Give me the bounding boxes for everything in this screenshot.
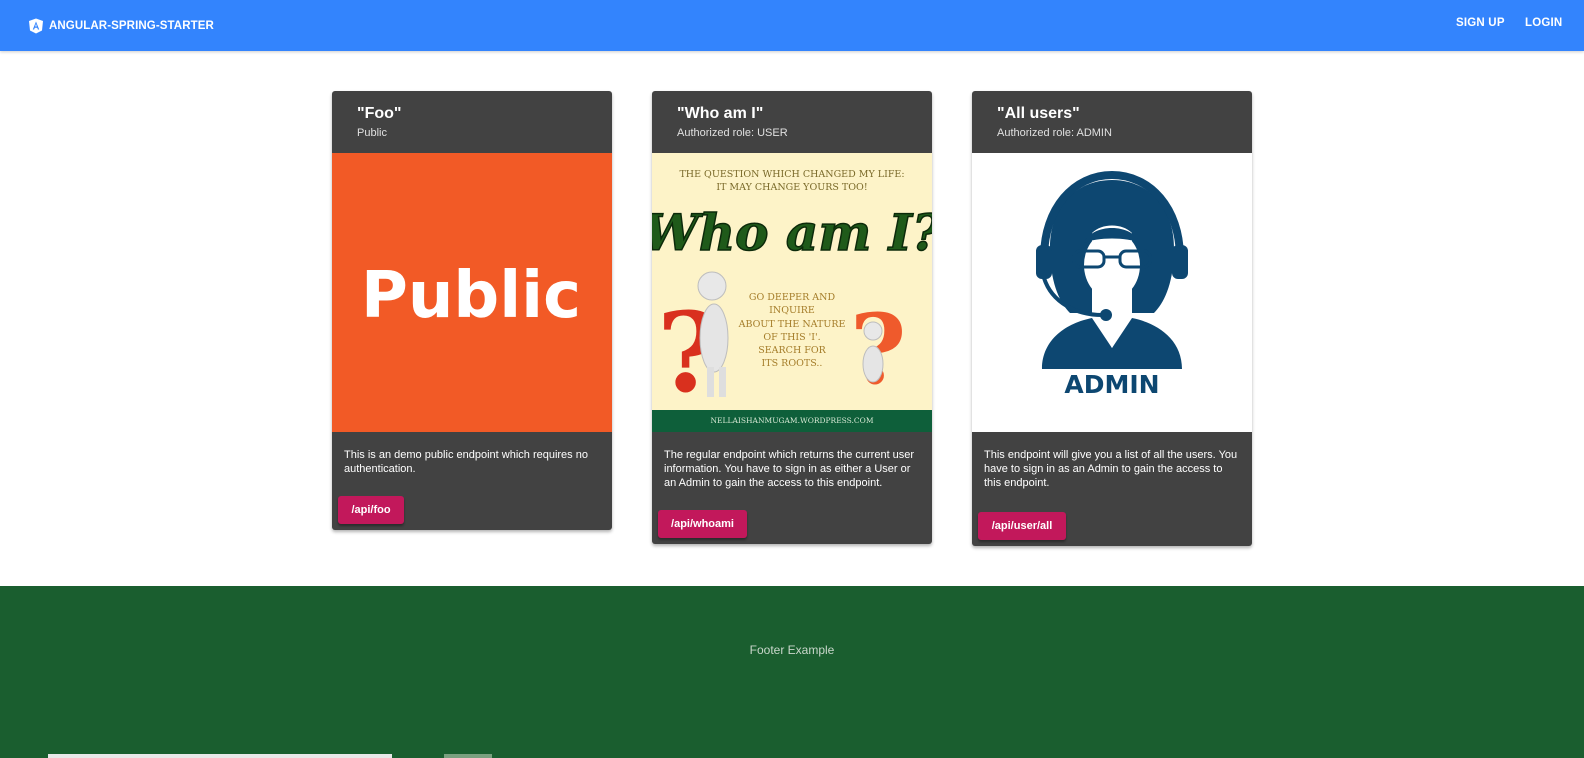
api-whoami-button[interactable]: /api/whoami	[658, 510, 747, 538]
image-body-line: ABOUT THE NATURE	[738, 319, 846, 330]
image-body-line: GO DEEPER AND	[749, 292, 836, 303]
card-header: "Who am I" Authorized role: USER	[652, 91, 932, 153]
card-subtitle: Authorized role: USER	[677, 127, 788, 139]
card-foo: "Foo" Public Public This is an demo publ…	[332, 91, 612, 530]
footer-divider	[48, 754, 392, 758]
app-title: ANGULAR-SPRING-STARTER	[49, 19, 214, 32]
card-header: "All users" Authorized role: ADMIN	[972, 91, 1252, 153]
footer-text: Footer Example	[749, 643, 835, 657]
image-headline: Who am I?	[652, 203, 932, 262]
card-description: This is an demo public endpoint which re…	[344, 449, 588, 475]
card-subtitle: Authorized role: ADMIN	[997, 127, 1112, 139]
signup-button[interactable]: SIGN UP	[1456, 17, 1505, 29]
login-button[interactable]: LOGIN	[1525, 17, 1562, 29]
card-title: "Foo"	[357, 105, 402, 122]
image-body-line: INQUIRE	[769, 305, 815, 316]
card-description: This endpoint will give you a list of al…	[984, 449, 1238, 489]
image-body-line: OF THIS 'I'.	[763, 332, 820, 343]
card-all-users: "All users" Authorized role: ADMIN ADMIN…	[972, 91, 1252, 546]
image-body-line: SEARCH FOR	[758, 345, 826, 356]
card-title: "All users"	[997, 105, 1080, 122]
card-title: "Who am I"	[677, 105, 764, 122]
public-image: Public	[332, 153, 612, 432]
image-top-line2: IT MAY CHANGE YOURS TOO!	[716, 182, 867, 193]
top-toolbar: ANGULAR-SPRING-STARTER SIGN UP LOGIN	[0, 0, 1584, 51]
angular-logo-icon	[28, 18, 44, 34]
api-user-all-button[interactable]: /api/user/all	[978, 512, 1066, 540]
api-foo-button[interactable]: /api/foo	[338, 496, 404, 524]
card-subtitle: Public	[357, 127, 387, 139]
image-body-line: ITS ROOTS..	[762, 358, 823, 369]
footer: Footer Example	[0, 586, 1584, 758]
image-top-line1: THE QUESTION WHICH CHANGED MY LIFE:	[679, 169, 904, 180]
admin-image-text: ADMIN	[1064, 370, 1159, 399]
public-image-text: Public	[361, 259, 581, 333]
footer-divider	[444, 754, 492, 758]
who-am-i-image: THE QUESTION WHICH CHANGED MY LIFE: IT M…	[652, 153, 932, 432]
admin-image: ADMIN	[972, 153, 1252, 432]
card-header: "Foo" Public	[332, 91, 612, 153]
app-brand[interactable]: ANGULAR-SPRING-STARTER	[28, 0, 214, 51]
card-description: The regular endpoint which returns the c…	[664, 449, 915, 489]
card-whoami: "Who am I" Authorized role: USER THE QUE…	[652, 91, 932, 544]
image-footer: NELLAISHANMUGAM.WORDPRESS.COM	[710, 416, 873, 425]
